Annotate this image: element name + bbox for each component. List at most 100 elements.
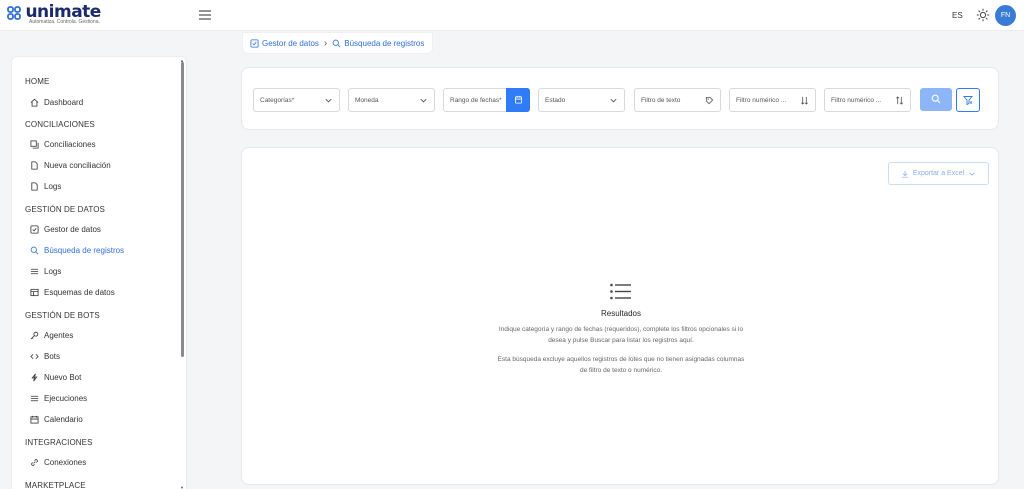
menu-toggle-icon[interactable] [198,8,212,22]
chevron-down-icon [969,172,975,176]
results-title: Resultados [600,309,642,318]
sidebar-item-label: Conciliaciones [44,139,96,149]
filtro-numerico-1-placeholder: Filtro numérico ... [736,96,787,104]
sidebar-item-agentes[interactable]: Agentes [30,328,180,342]
chevron-down-icon [420,98,427,103]
categorias-select[interactable]: Categorías* [253,88,340,112]
results-description-line: Indique categoría y rango de fechas (req… [498,326,744,333]
moneda-select-value: Moneda [355,96,379,104]
filtro-texto-input[interactable]: Filtro de texto [634,88,721,112]
estado-select-value: Estado [545,96,566,104]
copy-icon [30,139,39,149]
file-icon [31,160,38,170]
sidebar-item-label: Nueva conciliación [44,160,111,170]
results-description-line: desea y pulse Buscar para listar los reg… [548,336,694,344]
section-gestion-datos: GESTIÓN DE DATOS [25,205,105,214]
breadcrumb-parent-link[interactable]: Gestor de datos [262,39,319,48]
results-note-line: de filtro de texto o numérico. [579,366,662,374]
sidebar-item-label: Conexiones [44,457,87,467]
filtro-numerico-1-input[interactable]: Filtro numérico ... [729,88,816,112]
clear-filters-button[interactable] [956,88,980,112]
results-note: Esta búsqueda excluye aquellos registros… [242,355,1000,376]
filtro-texto-placeholder: Filtro de texto [641,96,681,104]
language-selector[interactable]: ES [952,11,963,20]
sidebar: ▲ ▼ HOME Dashboard CONCILIACIONES Concil… [11,56,187,489]
sidebar-item-nuevo-bot[interactable]: Nuevo Bot [30,370,180,384]
categorias-select-value: Categorías* [260,96,295,104]
chevron-down-icon [610,98,617,103]
sidebar-item-logs-datos[interactable]: Logs [30,264,180,278]
table-icon [30,288,39,296]
filter-panel: Categorías* Moneda Rango de fechas* Esta… [241,67,999,130]
sidebar-item-bots[interactable]: Bots [30,349,180,363]
scroll-down-icon[interactable]: ▼ [180,485,184,489]
section-conciliaciones: CONCILIACIONES [25,120,95,129]
download-icon [901,170,909,178]
export-excel-button[interactable]: Exportar a Excel [888,162,989,185]
rango-fechas-picker[interactable]: Rango de fechas* [443,88,530,112]
sidebar-scrollbar[interactable] [181,62,184,357]
chevron-right-icon: › [323,37,328,49]
calendar-icon [514,95,523,104]
top-bar: unimate Automatiza. Controla. Gestiona. … [0,0,1024,31]
section-integraciones: INTEGRACIONES [25,438,93,447]
filter-clear-icon [963,96,973,105]
key-icon [30,331,39,339]
sidebar-item-label: Logs [44,266,62,276]
rango-fechas-value: Rango de fechas* [450,96,502,104]
user-avatar[interactable]: FN [995,5,1016,26]
list-icon [30,395,39,401]
search-icon [931,94,941,104]
sidebar-item-conciliaciones[interactable]: Conciliaciones [30,137,180,151]
filtro-numerico-2-placeholder: Filtro numérico ... [831,96,882,104]
sort-ascending-icon [896,96,903,105]
breadcrumb-current: Búsqueda de registros [344,38,425,48]
breadcrumb: Gestor de datos › Búsqueda de registros [242,32,434,54]
sidebar-item-label: Dashboard [44,97,84,107]
chevron-down-icon [325,98,332,103]
file-icon [31,181,38,191]
results-description: Indique categoría y rango de fechas (req… [242,325,1000,346]
logo-mark-icon [7,6,21,20]
sidebar-item-label: Ejecuciones [44,393,88,403]
section-marketplace: MARKETPLACE [25,481,86,489]
code-icon [30,353,39,359]
results-note-line: Esta búsqueda excluye aquellos registros… [497,356,745,363]
sidebar-item-gestor-datos[interactable]: Gestor de datos [30,222,180,236]
sidebar-item-label: Esquemas de datos [44,287,115,297]
sidebar-item-conexiones[interactable]: Conexiones [30,455,180,469]
sidebar-item-label: Calendario [44,414,83,424]
list-icon [30,268,39,274]
bolt-icon [31,373,38,381]
sort-descending-icon [801,96,808,105]
filtro-numerico-2-input[interactable]: Filtro numérico ... [824,88,911,112]
sidebar-item-label: Gestor de datos [44,224,101,234]
sun-icon[interactable] [976,8,990,22]
sidebar-item-esquemas-datos[interactable]: Esquemas de datos [30,285,180,299]
search-button[interactable] [920,88,952,111]
sidebar-item-logs-conciliaciones[interactable]: Logs [30,179,180,193]
sidebar-item-calendario[interactable]: Calendario [30,412,180,426]
checkbox-icon [250,38,259,48]
sidebar-item-label: Nuevo Bot [44,372,82,382]
home-icon [30,98,39,107]
search-icon [332,39,341,47]
export-excel-label: Exportar a Excel [912,170,965,177]
calendar-button[interactable] [506,88,530,112]
results-panel: Exportar a Excel Resultados Indique cate… [241,147,999,485]
sidebar-item-label: Logs [44,181,62,191]
section-home: HOME [25,77,50,86]
sidebar-item-busqueda-registros[interactable]: Búsqueda de registros [30,243,180,257]
estado-select[interactable]: Estado [538,88,625,112]
search-icon [30,246,39,254]
moneda-select[interactable]: Moneda [348,88,435,112]
sidebar-item-dashboard[interactable]: Dashboard [30,95,180,109]
link-icon [31,458,38,466]
sidebar-item-label: Bots [44,351,61,361]
calendar-icon [30,415,39,424]
list-icon [610,283,631,300]
sidebar-item-nueva-conciliacion[interactable]: Nueva conciliación [30,158,180,172]
tag-icon [705,96,714,105]
sidebar-item-ejecuciones[interactable]: Ejecuciones [30,391,180,405]
sidebar-item-label: Agentes [44,330,74,340]
